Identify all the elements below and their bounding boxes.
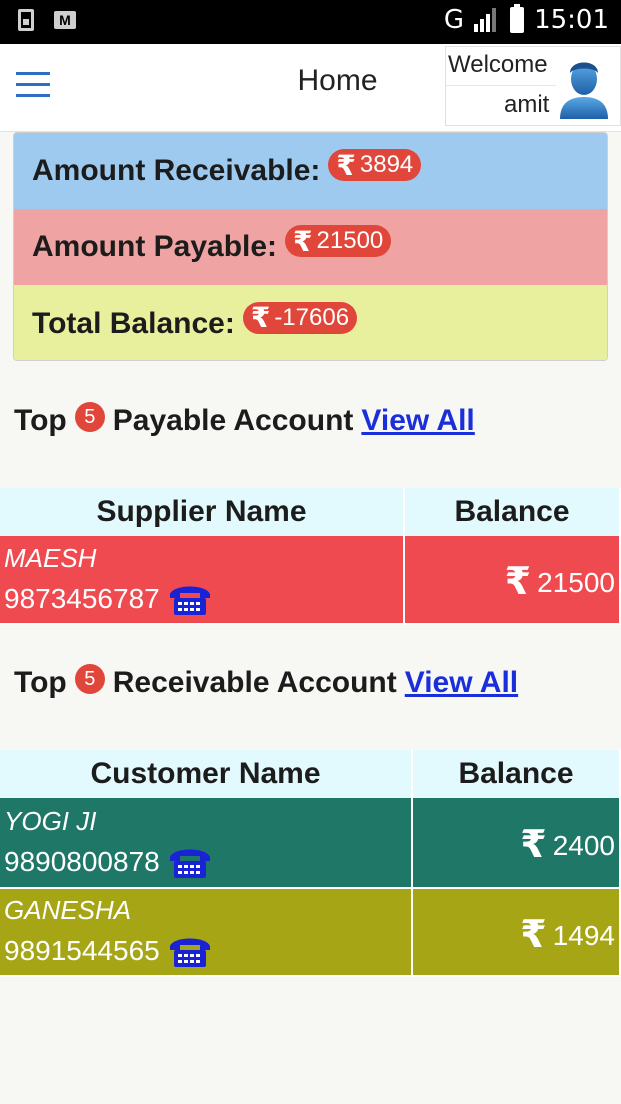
customer-phone: 9891544565 [4, 935, 160, 966]
supplier-cell: MAESH 9873456787 [0, 536, 405, 625]
app-bar: Home Welcome amit [0, 44, 621, 132]
heading-suffix: Payable Account [112, 404, 354, 437]
rupee-icon: ₹ [520, 824, 547, 866]
receivable-table: Customer Name Balance YOGI JI 9890800878 [0, 750, 621, 977]
receivable-section-heading: Top 5 Receivable Account View All [14, 664, 518, 700]
rupee-icon: ₹ [336, 149, 356, 181]
customer-phone: 9890800878 [4, 845, 160, 877]
network-type: G [443, 5, 465, 35]
amount-payable-badge: ₹ 21500 [285, 225, 392, 257]
customer-cell: GANESHA 9891544565 [0, 888, 413, 977]
total-balance-row: Total Balance: ₹ -17606 [14, 285, 607, 360]
amount-receivable-value: 3894 [359, 151, 414, 178]
supplier-name: MAESH [4, 542, 97, 573]
total-balance-label: Total Balance: [32, 306, 235, 340]
telephone-icon[interactable] [168, 934, 212, 968]
amount-payable-label: Amount Payable: [32, 230, 278, 263]
payable-section-heading: Top 5 Payable Account View All [14, 402, 475, 438]
status-bar: M G 15:01 [0, 0, 621, 44]
table-header-row: Customer Name Balance [0, 750, 621, 798]
amount-payable-row: Amount Payable: ₹ 21500 [14, 209, 607, 285]
table-row[interactable]: YOGI JI 9890800878 ₹2400 [0, 798, 621, 889]
count-badge: 5 [74, 664, 105, 694]
amount-payable-value: 21500 [316, 227, 384, 254]
supplier-name-header: Supplier Name [0, 488, 405, 536]
telephone-icon[interactable] [168, 845, 212, 879]
receivable-view-all-link[interactable]: View All [405, 666, 518, 700]
username-label: amit [504, 91, 550, 118]
table-row[interactable]: MAESH 9873456787 ₹21500 [0, 536, 621, 625]
balance-cell: ₹21500 [404, 536, 621, 625]
divider [446, 85, 556, 86]
supplier-phone-row: 9873456787 [4, 577, 403, 621]
heading-prefix: Top [14, 666, 67, 699]
count-badge: 5 [74, 402, 105, 432]
balance-cell: ₹2400 [412, 798, 621, 889]
payable-view-all-link[interactable]: View All [361, 404, 474, 438]
table-header-row: Supplier Name Balance [0, 488, 621, 536]
balance-header: Balance [412, 750, 621, 798]
clock: 15:01 [534, 5, 609, 35]
welcome-label: Welcome [448, 51, 548, 78]
telephone-icon[interactable] [168, 582, 212, 616]
battery-icon [510, 4, 525, 33]
supplier-phone: 9873456787 [4, 582, 160, 614]
rupee-icon: ₹ [504, 561, 532, 603]
system-icons: G 15:01 [443, 4, 609, 35]
rupee-icon: ₹ [293, 225, 313, 257]
customer-name: GANESHA [4, 895, 132, 925]
amount-receivable-badge: ₹ 3894 [328, 149, 422, 181]
customer-balance: 1494 [552, 919, 615, 951]
customer-name: YOGI JI [4, 805, 97, 836]
payable-table: Supplier Name Balance MAESH 9873456787 ₹… [0, 488, 621, 625]
rupee-icon: ₹ [520, 913, 547, 956]
customer-name-header: Customer Name [0, 750, 413, 798]
customer-phone-row: 9890800878 [4, 840, 411, 884]
supplier-balance: 21500 [537, 567, 615, 598]
heading-suffix: Receivable Account [112, 666, 397, 699]
sim-card-icon [18, 9, 34, 31]
summary-card: Amount Receivable: ₹ 3894 Amount Payable… [13, 132, 608, 361]
signal-icon [474, 8, 500, 32]
customer-phone-row: 9891544565 [4, 929, 411, 973]
total-balance-badge: ₹ -17606 [242, 301, 358, 334]
balance-header: Balance [404, 488, 621, 536]
table-row[interactable]: GANESHA 9891544565 ₹1494 [0, 888, 621, 977]
gmail-icon: M [54, 11, 76, 29]
user-avatar-icon[interactable] [558, 53, 610, 119]
notification-icons: M [18, 9, 76, 31]
amount-receivable-label: Amount Receivable: [32, 154, 321, 187]
user-panel[interactable]: Welcome amit [445, 46, 621, 126]
total-balance-value: -17606 [274, 303, 350, 331]
customer-cell: YOGI JI 9890800878 [0, 798, 413, 889]
customer-balance: 2400 [552, 830, 615, 861]
heading-prefix: Top [14, 404, 67, 437]
balance-cell: ₹1494 [412, 888, 621, 977]
amount-receivable-row: Amount Receivable: ₹ 3894 [14, 133, 607, 209]
rupee-icon: ₹ [250, 302, 271, 333]
